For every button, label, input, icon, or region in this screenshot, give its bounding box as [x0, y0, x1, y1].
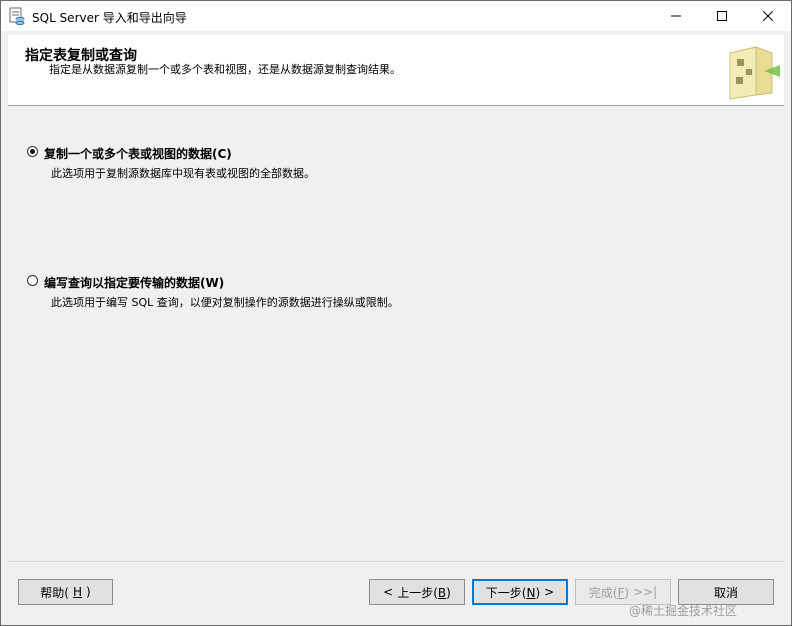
wizard-header: 指定表复制或查询 指定是从数据源复制一个或多个表和视图，还是从数据源复制查询结果…	[8, 35, 784, 106]
radio-write-query[interactable]	[27, 275, 38, 286]
next-button[interactable]: 下一步(N) >	[472, 579, 568, 605]
option-copy-tables-label[interactable]: 复制一个或多个表或视图的数据(C)	[44, 145, 232, 162]
window-title: SQL Server 导入和导出向导	[32, 11, 187, 25]
watermark: @稀土掘金技术社区	[629, 604, 738, 618]
finish-button-label: 完成(	[588, 585, 618, 600]
next-arrow-icon: >	[544, 585, 555, 599]
help-button-suffix: )	[86, 585, 91, 599]
back-button-suffix: )	[446, 585, 451, 600]
radio-copy-tables[interactable]	[27, 146, 38, 157]
next-button-suffix: )	[535, 585, 541, 600]
finish-button-suffix: )	[624, 585, 630, 600]
option-write-query-description: 此选项用于编写 SQL 查询，以便对复制操作的源数据进行操纵或限制。	[51, 296, 399, 309]
database-wizard-icon	[9, 7, 25, 26]
option-write-query-label[interactable]: 编写查询以指定要传输的数据(W)	[44, 274, 224, 291]
wizard-window: SQL Server 导入和导出向导 指定表复制或查询 指定是从数据源复制一个或…	[0, 0, 792, 626]
close-icon	[763, 11, 773, 21]
title-bar[interactable]: SQL Server 导入和导出向导	[1, 1, 791, 31]
finish-arrow-icon: >>|	[633, 585, 658, 599]
cancel-button-label: 取消	[713, 585, 738, 600]
option-copy-tables-description: 此选项用于复制源数据库中现有表或视图的全部数据。	[51, 167, 315, 180]
help-button[interactable]: 帮助(H)	[18, 579, 113, 605]
maximize-icon	[717, 11, 727, 21]
back-button-accesskey: B	[437, 585, 447, 600]
close-button[interactable]	[745, 1, 791, 31]
wizard-banner-icon	[724, 43, 782, 101]
back-button-label: 上一步(	[397, 585, 438, 600]
maximize-button[interactable]	[699, 1, 745, 31]
next-button-label: 下一步(	[485, 585, 527, 600]
back-button[interactable]: < 上一步(B)	[369, 579, 465, 605]
button-bar-divider	[8, 561, 784, 562]
minimize-button[interactable]	[653, 1, 699, 31]
page-description: 指定是从数据源复制一个或多个表和视图，还是从数据源复制查询结果。	[49, 63, 401, 76]
back-arrow-icon: <	[383, 585, 394, 599]
help-button-accesskey: H	[72, 585, 83, 599]
help-button-label: 帮助(	[40, 585, 69, 600]
minimize-icon	[671, 15, 681, 17]
